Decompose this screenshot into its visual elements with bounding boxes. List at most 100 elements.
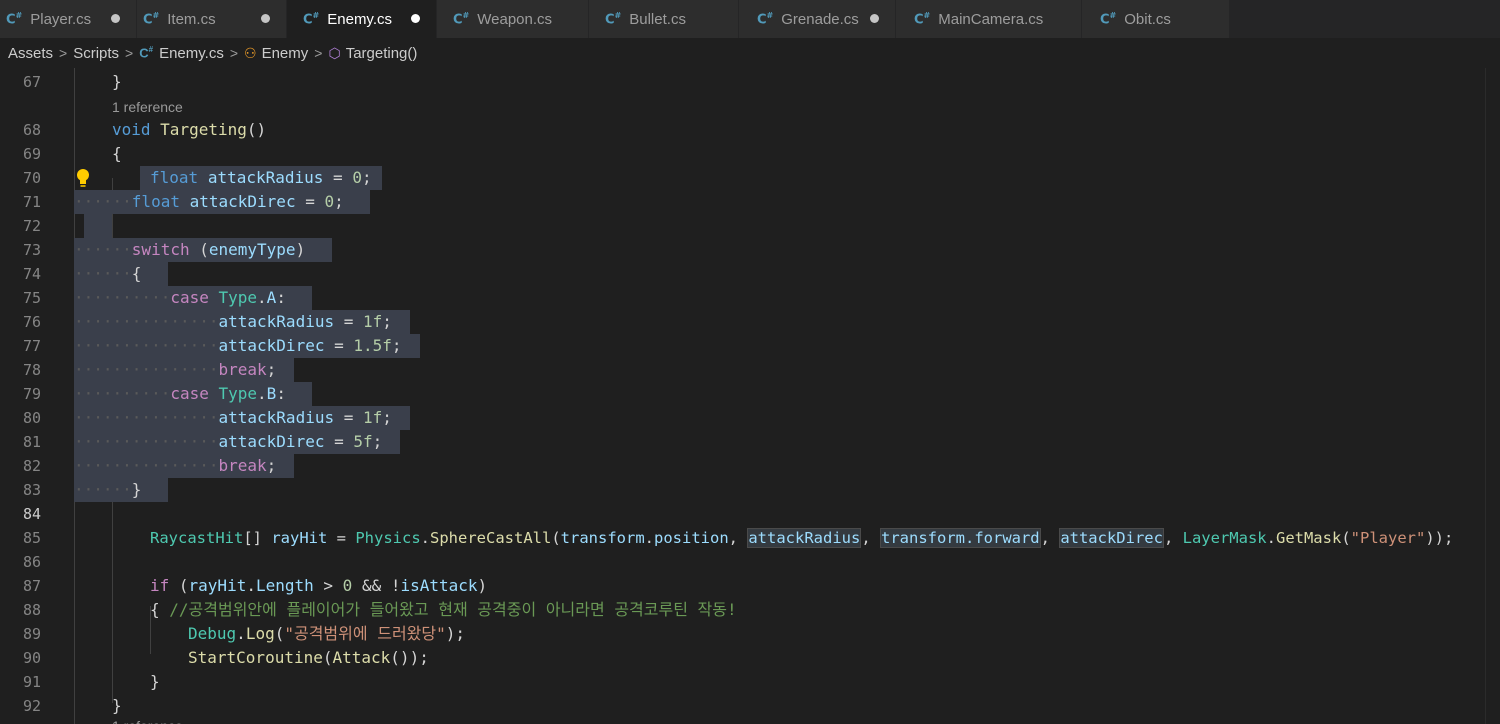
line-number: 67	[22, 73, 41, 91]
tab-maincamera-cs[interactable]: C# MainCamera.cs	[896, 0, 1082, 38]
code-text: ···············attackRadius = 1f;	[74, 408, 392, 427]
code-line[interactable]: 71 ······float attackDirec = 0;	[0, 190, 1500, 214]
tab-label: Weapon.cs	[477, 10, 553, 28]
code-text: ···············attackRadius = 1f;	[74, 312, 392, 331]
tab-label: Bullet.cs	[629, 10, 686, 28]
class-icon: ⚇	[244, 44, 257, 61]
tab-obit-cs[interactable]: C# Obit.cs	[1082, 0, 1230, 38]
code-text: ······float attackDirec = 0;	[74, 192, 344, 211]
line-number: 86	[22, 553, 41, 571]
code-line[interactable]: 76 ···············attackRadius = 1f;	[0, 310, 1500, 334]
breadcrumb-scripts[interactable]: Scripts	[73, 45, 119, 62]
line-number: 71	[22, 193, 41, 211]
code-text: {	[112, 144, 122, 163]
codelens-references[interactable]: 1 reference	[112, 95, 183, 119]
tab-label: Player.cs	[30, 10, 92, 28]
csharp-file-icon: C#	[757, 10, 774, 28]
tab-item-cs[interactable]: C# Item.cs	[137, 0, 287, 38]
chevron-right-icon: >	[314, 45, 323, 61]
code-line[interactable]: 90 StartCoroutine(Attack());	[0, 646, 1500, 670]
line-number: 70	[22, 169, 41, 187]
code-text: { //공격범위안에 플레이어가 들어왔고 현재 공격중이 아니라면 공격코루틴…	[150, 600, 737, 619]
tab-label: Grenade.cs	[781, 10, 859, 28]
line-number: 87	[22, 577, 41, 595]
code-line[interactable]: 80 ···············attackRadius = 1f;	[0, 406, 1500, 430]
editor-tab-bar: C# Player.cs C# Item.cs C# Enemy.cs C# W…	[0, 0, 1500, 38]
chevron-right-icon: >	[229, 45, 239, 61]
code-line[interactable]: 78 ···············break;	[0, 358, 1500, 382]
code-line[interactable]: 73 ······switch (enemyType)	[0, 238, 1500, 262]
method-icon: ⬡	[328, 44, 341, 61]
code-line[interactable]: 88 { //공격범위안에 플레이어가 들어왔고 현재 공격중이 아니라면 공격…	[0, 598, 1500, 622]
code-text: float attackRadius = 0;	[150, 168, 372, 187]
line-number: 89	[22, 625, 41, 643]
unsaved-dot-icon[interactable]	[411, 14, 420, 23]
line-number: 73	[22, 241, 41, 259]
code-text: ······{	[74, 264, 142, 283]
line-number: 76	[22, 313, 41, 331]
line-number: 75	[22, 289, 41, 307]
unsaved-dot-icon[interactable]	[870, 14, 879, 23]
unsaved-dot-icon[interactable]	[261, 14, 270, 23]
breadcrumb-file[interactable]: Enemy.cs	[159, 45, 224, 62]
line-number: 90	[22, 649, 41, 667]
line-number: 78	[22, 361, 41, 379]
code-line[interactable]: 89 Debug.Log("공격범위에 드러왔당");	[0, 622, 1500, 646]
unsaved-dot-icon[interactable]	[111, 14, 120, 23]
vertical-scrollbar[interactable]	[1485, 68, 1500, 724]
code-line[interactable]: 84	[0, 502, 1500, 526]
breadcrumb-method[interactable]: Targeting()	[346, 45, 418, 62]
code-text: ···············break;	[74, 456, 277, 475]
tab-enemy-cs[interactable]: C# Enemy.cs	[287, 0, 437, 38]
code-text: ···············break;	[74, 360, 277, 379]
code-text: ······}	[74, 480, 142, 499]
code-line[interactable]: 86	[0, 550, 1500, 574]
code-line[interactable]: 87 if (rayHit.Length > 0 && !isAttack)	[0, 574, 1500, 598]
code-line[interactable]: 91 }	[0, 670, 1500, 694]
code-text: ··········case Type.B:	[74, 384, 286, 403]
line-number: 82	[22, 457, 41, 475]
tab-grenade-cs[interactable]: C# Grenade.cs	[739, 0, 896, 38]
line-number: 85	[22, 529, 41, 547]
code-line[interactable]: 92 }	[0, 694, 1500, 718]
code-line[interactable]: 70 float attackRadius = 0;	[0, 166, 1500, 190]
lightbulb-icon[interactable]	[76, 168, 90, 188]
breadcrumb-assets[interactable]: Assets	[8, 45, 53, 62]
codelens-references[interactable]: 1 reference	[112, 714, 183, 724]
line-number: 88	[22, 601, 41, 619]
csharp-file-icon: C#	[143, 10, 160, 28]
breadcrumb-class[interactable]: Enemy	[262, 45, 309, 62]
code-text: RaycastHit[] rayHit = Physics.SphereCast…	[150, 528, 1454, 548]
csharp-file-icon: C#	[1100, 10, 1117, 28]
code-line[interactable]: 81 ···············attackDirec = 5f;	[0, 430, 1500, 454]
code-text: }	[150, 672, 160, 691]
csharp-file-icon: C#	[453, 10, 470, 28]
code-line[interactable]: 83 ······}	[0, 478, 1500, 502]
line-number: 69	[22, 145, 41, 163]
code-line[interactable]: 72	[0, 214, 1500, 238]
code-text: if (rayHit.Length > 0 && !isAttack)	[150, 576, 488, 595]
code-editor[interactable]: 67 } 1 reference 68 void Targeting() 69 …	[0, 68, 1500, 724]
tab-label: Item.cs	[167, 10, 216, 28]
code-line[interactable]: 67 }	[0, 70, 1500, 94]
code-text: StartCoroutine(Attack());	[188, 648, 429, 667]
csharp-file-icon: C#	[303, 10, 320, 28]
chevron-right-icon: >	[59, 45, 68, 61]
code-line[interactable]: 79 ··········case Type.B:	[0, 382, 1500, 406]
tab-player-cs[interactable]: C# Player.cs	[0, 0, 137, 38]
code-text: }	[112, 72, 122, 91]
line-number: 72	[22, 217, 41, 235]
code-text: ···············attackDirec = 1.5f;	[74, 336, 402, 355]
code-line[interactable]: 75 ··········case Type.A:	[0, 286, 1500, 310]
code-line[interactable]: 68 void Targeting()	[0, 118, 1500, 142]
line-number: 77	[22, 337, 41, 355]
line-number: 74	[22, 265, 41, 283]
tab-bullet-cs[interactable]: C# Bullet.cs	[589, 0, 739, 38]
tab-label: Enemy.cs	[327, 10, 392, 28]
code-line[interactable]: 82 ···············break;	[0, 454, 1500, 478]
code-line[interactable]: 77 ···············attackDirec = 1.5f;	[0, 334, 1500, 358]
code-line[interactable]: 74 ······{	[0, 262, 1500, 286]
tab-weapon-cs[interactable]: C# Weapon.cs	[437, 0, 589, 38]
code-line[interactable]: 85 RaycastHit[] rayHit = Physics.SphereC…	[0, 526, 1500, 550]
code-line[interactable]: 69 {	[0, 142, 1500, 166]
